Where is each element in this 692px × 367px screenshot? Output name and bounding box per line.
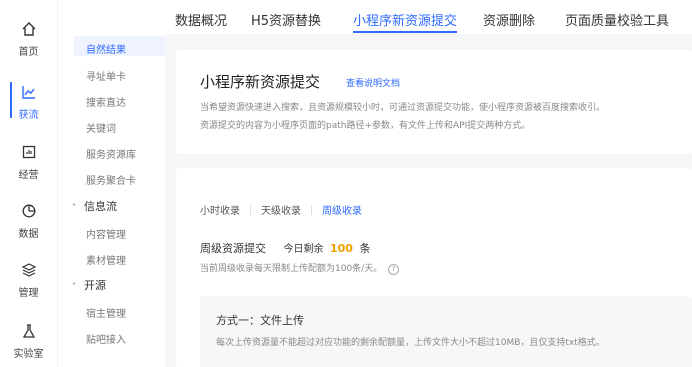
- active-tab-underline: [353, 31, 457, 33]
- rail-label-data: 数据: [18, 229, 39, 240]
- operation-icon: [22, 145, 35, 159]
- rail-item-manage[interactable]: 管理: [0, 262, 57, 300]
- remain-unit: 条: [359, 242, 371, 255]
- menu-item-service-library[interactable]: 服务资源库: [86, 146, 136, 161]
- menu-group-feed[interactable]: ˄ 信息流: [72, 198, 117, 214]
- menu-item-host-manage[interactable]: 宿主管理: [86, 305, 126, 320]
- subtab-weekly[interactable]: 周级收录: [322, 202, 362, 217]
- rail-label-operation: 经营: [18, 170, 39, 181]
- crawl-frequency-tabs: 小时收录 天级收录 周级收录: [200, 202, 362, 217]
- rail-item-operation[interactable]: 经营: [0, 144, 57, 182]
- rail-item-lab[interactable]: 实验室: [0, 323, 57, 361]
- menu-item-tieba-access[interactable]: 贴吧接入: [86, 331, 126, 346]
- subtab-daily[interactable]: 天级收录: [261, 202, 301, 217]
- secondary-menu: 自然结果 寻址单卡 搜索直达 关键词 服务资源库 服务聚合卡 ˄ 信息流 内容管理…: [58, 0, 165, 367]
- limit-text: 当前周级收录每天限制上传配额为100条/天。: [200, 264, 383, 274]
- tab-h5-replace[interactable]: H5资源替换: [251, 10, 321, 29]
- rail-item-traffic[interactable]: 获流: [0, 84, 57, 122]
- remain-label: 今日剩余: [283, 244, 324, 255]
- chevron-up-icon: ˄: [72, 282, 76, 291]
- intro-description-line2: 资源提交的内容为小程序页面的path路径+参数，有文件上传和API提交两种方式。: [200, 121, 531, 131]
- rail-label-home: 首页: [18, 47, 39, 58]
- menu-item-search-direct[interactable]: 搜索直达: [86, 94, 126, 109]
- rail-label-lab: 实验室: [13, 349, 44, 360]
- submit-card: 小时收录 天级收录 周级收录 周级资源提交 今日剩余 100 条 当前周级收录每天限…: [176, 168, 692, 367]
- quota-title: 周级资源提交: [200, 242, 266, 255]
- menu-group-feed-label: 信息流: [84, 200, 117, 213]
- home-icon: [22, 22, 35, 36]
- intro-card: 小程序新资源提交 查看说明文档 当希望资源快速进入搜索，且资源规模较小时，可通过…: [176, 50, 692, 154]
- rail-item-data[interactable]: 数据: [0, 203, 57, 241]
- menu-item-service-aggregate-card[interactable]: 服务聚合卡: [86, 172, 136, 187]
- manage-icon: [21, 263, 36, 277]
- method-title: 方式一：文件上传: [216, 314, 304, 327]
- flask-icon: [22, 324, 35, 338]
- menu-item-material-manage[interactable]: 素材管理: [86, 252, 126, 267]
- menu-group-open-label: 开源: [84, 279, 106, 292]
- icon-rail: 首页 获流 经营 数据 管理 实验室: [0, 0, 58, 367]
- tab-resource-delete[interactable]: 资源删除: [483, 10, 535, 29]
- remain-count: 100: [330, 242, 353, 255]
- divider: [250, 205, 251, 215]
- top-tabs: 数据概况 H5资源替换 小程序新资源提交 资源删除 页面质量校验工具: [165, 0, 692, 34]
- rail-item-home[interactable]: 首页: [0, 21, 57, 59]
- rail-label-traffic: 获流: [18, 110, 39, 121]
- divider: [311, 205, 312, 215]
- tab-page-quality-tool[interactable]: 页面质量校验工具: [565, 10, 669, 29]
- method-description: 每次上传资源量不能超过对应功能的剩余配额量，上传文件大小不超过10MB，且仅支持…: [216, 338, 605, 348]
- page-title: 小程序新资源提交: [200, 73, 321, 91]
- menu-item-content-manage[interactable]: 内容管理: [86, 226, 126, 241]
- tab-data-overview[interactable]: 数据概况: [175, 10, 227, 29]
- chevron-up-icon: ˄: [72, 203, 76, 212]
- menu-item-natural-results[interactable]: 自然结果: [86, 41, 126, 56]
- intro-description-line1: 当希望资源快速进入搜索，且资源规模较小时，可通过资源提交功能，使小程序资源被百度…: [200, 103, 606, 113]
- upload-method-panel: 方式一：文件上传 每次上传资源量不能超过对应功能的剩余配额量，上传文件大小不超过…: [200, 296, 692, 367]
- menu-item-address-card[interactable]: 寻址单卡: [86, 68, 126, 83]
- subtab-hourly[interactable]: 小时收录: [200, 202, 240, 217]
- quota-row: 周级资源提交 今日剩余 100 条: [200, 240, 370, 256]
- data-icon: [22, 204, 35, 218]
- quota-limit-note: 当前周级收录每天限制上传配额为100条/天。?: [200, 261, 400, 275]
- traffic-chart-icon: [21, 86, 35, 99]
- view-docs-link[interactable]: 查看说明文档: [346, 76, 400, 89]
- menu-item-keywords[interactable]: 关键词: [86, 120, 116, 135]
- rail-label-manage: 管理: [18, 288, 39, 299]
- tab-miniprogram-submit[interactable]: 小程序新资源提交: [353, 10, 457, 29]
- menu-group-open-source[interactable]: ˄ 开源: [72, 277, 106, 293]
- help-icon[interactable]: ?: [388, 264, 400, 275]
